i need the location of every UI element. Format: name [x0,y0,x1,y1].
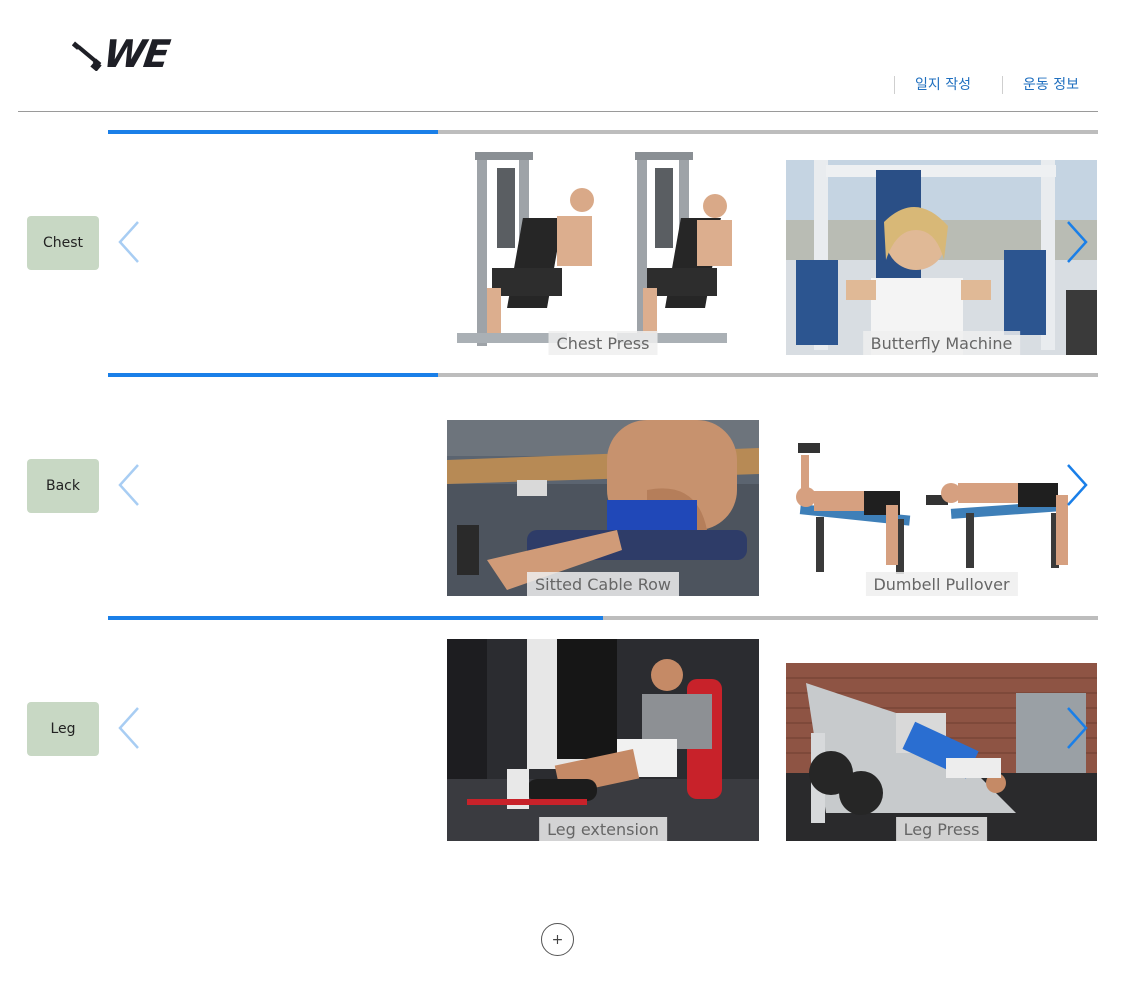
chevron-right-icon [1067,707,1088,749]
chest-press-image [447,138,759,355]
category-button-back[interactable]: Back [27,459,99,513]
chevron-left-icon [118,707,139,749]
exercise-card-leg-extension[interactable]: Leg extension [447,639,759,841]
add-button[interactable]: + [541,923,574,956]
exercise-label: Butterfly Machine [862,331,1021,355]
logo[interactable]: WE [72,32,171,76]
back-next-arrow[interactable] [1062,462,1092,508]
nav-item-exercise-info[interactable]: 운동 정보 [1002,76,1099,94]
dumbbell-icon [72,37,102,71]
logo-text: WE [100,32,171,76]
category-button-chest[interactable]: Chest [27,216,99,270]
exercise-card-dumbell-pullover[interactable]: Dumbell Pullover [786,435,1097,596]
exercise-card-sitted-cable-row[interactable]: Sitted Cable Row [447,420,759,596]
leg-progress-bar [108,616,1098,620]
exercise-card-butterfly-machine[interactable]: Butterfly Machine [786,160,1097,355]
chevron-left-icon [118,464,139,506]
header-divider [18,111,1098,112]
exercise-card-leg-press[interactable]: Leg Press [786,663,1097,841]
chevron-left-icon [118,221,139,263]
exercise-label: Sitted Cable Row [526,572,680,596]
chest-progress-fill [108,130,438,134]
back-prev-arrow[interactable] [114,462,144,508]
back-progress-fill [108,373,438,377]
chevron-right-icon [1067,464,1088,506]
nav-item-journal[interactable]: 일지 작성 [894,76,991,94]
exercise-card-chest-press[interactable]: Chest Press [447,138,759,355]
exercise-label: Dumbell Pullover [865,572,1018,596]
leg-progress-fill [108,616,603,620]
exercise-label: Leg Press [895,817,988,841]
back-progress-bar [108,373,1098,377]
chest-progress-bar [108,130,1098,134]
exercise-label: Chest Press [548,331,658,355]
chest-next-arrow[interactable] [1062,219,1092,265]
leg-next-arrow[interactable] [1062,705,1092,751]
leg-prev-arrow[interactable] [114,705,144,751]
sitted-cable-row-image [447,420,759,596]
butterfly-machine-image [786,160,1097,355]
chest-prev-arrow[interactable] [114,219,144,265]
exercise-label: Leg extension [539,817,667,841]
category-button-leg[interactable]: Leg [27,702,99,756]
leg-press-image [786,663,1097,841]
leg-extension-image [447,639,759,841]
chevron-right-icon [1067,221,1088,263]
top-nav: 일지 작성 운동 정보 [894,76,1099,94]
